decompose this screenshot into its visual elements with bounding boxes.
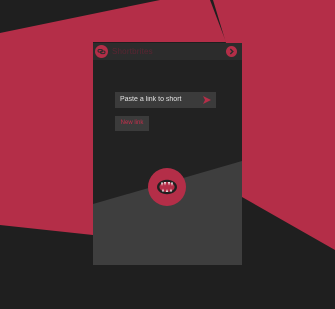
- fanged-mouth-icon: [157, 179, 177, 195]
- new-link-button[interactable]: New link: [115, 116, 149, 131]
- chain-link-icon: [95, 45, 108, 58]
- titlebar: Shortbrites: [93, 43, 242, 60]
- app-window: Shortbrites New link: [93, 43, 242, 265]
- app-title: Shortbrites: [112, 47, 153, 56]
- logo-button[interactable]: [148, 168, 186, 206]
- url-input[interactable]: [115, 92, 216, 108]
- lower-panel: [93, 161, 242, 265]
- send-arrow-icon[interactable]: [202, 95, 212, 105]
- chevron-right-icon[interactable]: [226, 46, 237, 57]
